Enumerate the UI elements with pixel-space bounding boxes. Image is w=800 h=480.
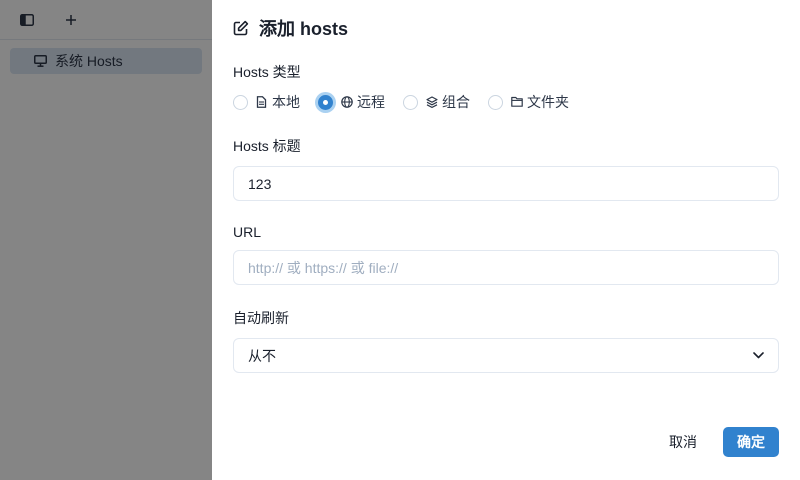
radio-label: 本地 [272, 94, 300, 110]
auto-refresh-section: 自动刷新 从不 [233, 308, 779, 373]
radio-remote[interactable]: 远程 [318, 92, 385, 112]
url-input[interactable] [233, 250, 779, 285]
radio-circle[interactable] [233, 94, 248, 110]
radio-label: 远程 [357, 94, 385, 110]
drawer-footer: 取消 确定 [661, 427, 779, 457]
radio-circle[interactable] [488, 94, 503, 110]
radio-label: 组合 [442, 94, 470, 110]
auto-refresh-label: 自动刷新 [233, 310, 289, 326]
hosts-title-section: Hosts 标题 [233, 136, 779, 201]
edit-icon [233, 20, 249, 36]
hosts-type-section: Hosts 类型 本地 远程 组合 文件夹 [233, 62, 779, 112]
file-icon [256, 96, 268, 108]
radio-folder[interactable]: 文件夹 [488, 92, 569, 112]
hosts-type-label: Hosts 类型 [233, 64, 301, 80]
modal-overlay[interactable] [0, 0, 212, 480]
drawer-header: 添加 hosts [233, 0, 779, 56]
radio-group[interactable]: 组合 [403, 92, 470, 112]
radio-circle[interactable] [403, 94, 418, 110]
hosts-title-label: Hosts 标题 [233, 138, 301, 154]
hosts-type-radio-group: 本地 远程 组合 文件夹 [233, 92, 779, 112]
confirm-button[interactable]: 确定 [723, 427, 779, 457]
chevron-down-icon [753, 352, 764, 359]
auto-refresh-value: 从不 [248, 347, 276, 364]
auto-refresh-select[interactable]: 从不 [233, 338, 779, 373]
cancel-button[interactable]: 取消 [661, 427, 705, 457]
globe-icon [341, 96, 353, 108]
drawer-title: 添加 hosts [259, 19, 349, 39]
layers-icon [426, 96, 438, 108]
radio-label: 文件夹 [527, 94, 569, 110]
add-hosts-drawer: 添加 hosts Hosts 类型 本地 远程 组合 文件夹 Hosts 标题 … [212, 0, 800, 480]
radio-local[interactable]: 本地 [233, 92, 300, 112]
folder-icon [511, 96, 523, 108]
hosts-title-input[interactable] [233, 166, 779, 201]
radio-circle-checked[interactable] [318, 94, 333, 110]
url-label: URL [233, 224, 262, 240]
url-section: URL [233, 224, 779, 285]
